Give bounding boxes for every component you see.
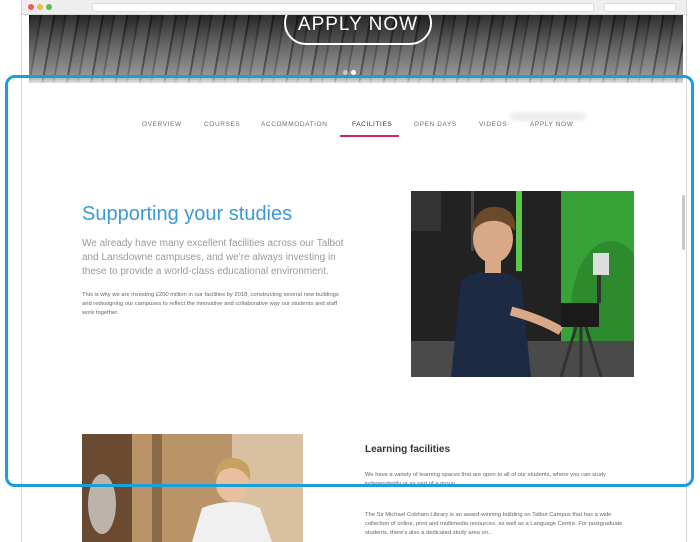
nav-facilities[interactable]: FACILITIES (352, 121, 392, 128)
nav-accommodation[interactable]: ACCOMMODATION (261, 121, 328, 128)
active-tab-underline (340, 135, 399, 137)
browser-toolbar (22, 0, 686, 15)
hero-apply-now-button[interactable]: APPLY NOW (284, 15, 432, 45)
student-kitchen-photo-illustration (82, 434, 303, 542)
learning-facilities-heading: Learning facilities (365, 444, 451, 455)
browser-search-field[interactable] (604, 3, 676, 12)
learning-paragraph-2: The Sir Michael Cobham Library is an awa… (365, 512, 623, 536)
learning-paragraph-1: We have a variety of learning spaces tha… (365, 472, 606, 487)
nav-apply-now[interactable]: APPLY NOW (530, 121, 573, 128)
close-window-icon[interactable] (28, 4, 34, 10)
maximize-window-icon[interactable] (46, 4, 52, 10)
nav-videos[interactable]: VIDEOS (479, 121, 507, 128)
minimize-window-icon[interactable] (37, 4, 43, 10)
blurred-nav-element (510, 112, 586, 121)
intro-body-text: This is why we are investing £200 millio… (82, 292, 339, 316)
nav-courses[interactable]: COURSES (204, 121, 240, 128)
hero-banner: APPLY NOW (29, 15, 683, 83)
address-bar[interactable] (92, 3, 594, 12)
student-camera-photo (411, 191, 634, 377)
student-camera-photo-illustration (411, 191, 634, 377)
nav-overview[interactable]: OVERVIEW (142, 121, 182, 128)
nav-open-days[interactable]: OPEN DAYS (414, 121, 457, 128)
intro-lead-text: We already have many excellent facilitie… (82, 238, 344, 277)
hero-fade (29, 75, 683, 83)
student-kitchen-photo (82, 434, 303, 542)
page-heading: Supporting your studies (82, 203, 293, 225)
page-scrollbar[interactable] (682, 195, 685, 250)
